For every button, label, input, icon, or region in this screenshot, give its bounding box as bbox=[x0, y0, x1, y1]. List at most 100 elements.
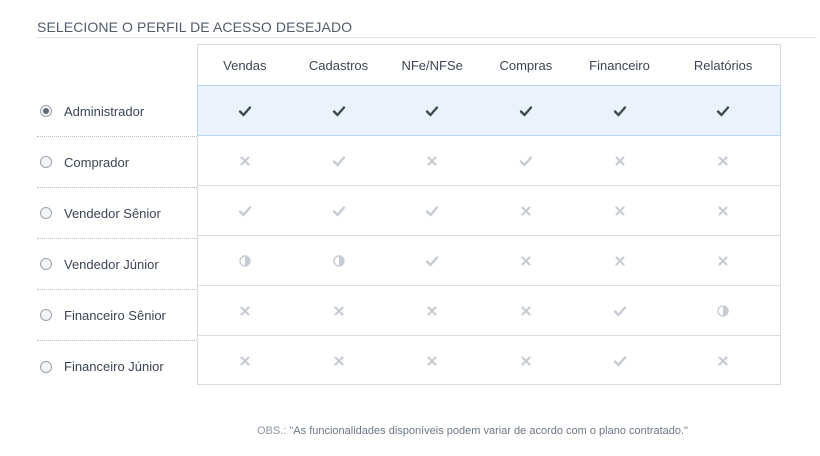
access-cell bbox=[385, 136, 479, 185]
access-cell bbox=[198, 336, 292, 386]
cross-icon bbox=[333, 305, 344, 316]
cross-icon bbox=[333, 356, 344, 366]
profile-label: Administrador bbox=[64, 103, 145, 119]
cross-icon bbox=[521, 255, 531, 266]
access-cell bbox=[666, 286, 780, 335]
profile-label: Vendedor Sênior bbox=[64, 205, 161, 221]
access-cell bbox=[292, 336, 386, 386]
access-cell bbox=[292, 286, 386, 335]
cross-icon bbox=[718, 356, 728, 366]
access-cell bbox=[573, 336, 667, 386]
cross-icon bbox=[614, 155, 625, 166]
check-icon bbox=[332, 205, 345, 216]
access-cell bbox=[479, 186, 573, 235]
radio-button[interactable] bbox=[40, 207, 52, 219]
check-icon bbox=[613, 105, 626, 116]
matrix-row bbox=[197, 85, 781, 136]
radio-button[interactable] bbox=[40, 309, 52, 321]
profile-option[interactable]: Comprador bbox=[37, 137, 197, 188]
access-cell bbox=[479, 336, 573, 386]
access-cell bbox=[479, 236, 573, 285]
access-cell bbox=[479, 86, 573, 135]
radio-button[interactable] bbox=[40, 258, 52, 270]
access-cell bbox=[292, 186, 386, 235]
profile-option[interactable]: Vendedor Sênior bbox=[37, 188, 197, 239]
cross-icon bbox=[521, 356, 531, 366]
footnote-prefix: OBS.: bbox=[257, 425, 287, 437]
access-cell bbox=[573, 186, 667, 235]
cross-icon bbox=[521, 205, 531, 216]
check-icon bbox=[238, 205, 252, 216]
matrix-row bbox=[198, 236, 780, 286]
matrix-row bbox=[198, 336, 780, 386]
footnote: OBS.: "As funcionalidades disponíveis po… bbox=[257, 425, 688, 437]
access-cell bbox=[479, 136, 573, 185]
matrix-row bbox=[198, 136, 780, 186]
column-header: Compras bbox=[499, 57, 553, 73]
check-icon bbox=[238, 105, 252, 116]
half-circle-icon bbox=[239, 254, 251, 267]
cross-icon bbox=[718, 205, 728, 216]
access-cell bbox=[666, 336, 780, 386]
access-cell bbox=[385, 186, 479, 235]
cross-icon bbox=[427, 155, 437, 166]
access-cell bbox=[573, 86, 667, 135]
check-icon bbox=[332, 105, 345, 116]
cross-icon bbox=[614, 205, 625, 216]
check-icon bbox=[332, 155, 345, 166]
check-icon bbox=[613, 356, 626, 367]
half-circle-icon bbox=[332, 254, 345, 267]
matrix-body bbox=[197, 85, 781, 386]
profile-list: Administrador Comprador Vendedor Sênior Ven… bbox=[37, 86, 197, 392]
matrix-row bbox=[198, 286, 780, 336]
access-cell bbox=[385, 286, 479, 335]
radio-button[interactable] bbox=[40, 360, 52, 373]
access-cell bbox=[385, 336, 479, 386]
access-cell bbox=[385, 86, 479, 135]
profile-option[interactable]: Vendedor Júnior bbox=[37, 239, 197, 290]
profile-label: Financeiro Sênior bbox=[64, 307, 166, 323]
section-title: SELECIONE O PERFIL DE ACESSO DESEJADO bbox=[37, 18, 817, 38]
column-header: Relatórios bbox=[693, 57, 753, 73]
access-cell bbox=[666, 186, 780, 235]
check-icon bbox=[425, 255, 439, 266]
cross-icon bbox=[718, 155, 728, 166]
cross-icon bbox=[427, 305, 437, 316]
access-cell bbox=[385, 236, 479, 285]
access-cell bbox=[292, 136, 386, 185]
access-cell bbox=[198, 186, 292, 235]
check-icon bbox=[519, 155, 533, 166]
radio-button[interactable] bbox=[40, 105, 52, 117]
cross-icon bbox=[521, 305, 531, 316]
access-cell bbox=[198, 136, 292, 185]
cross-icon bbox=[240, 155, 250, 166]
profile-option[interactable]: Financeiro Júnior bbox=[37, 341, 197, 392]
access-cell bbox=[292, 236, 386, 285]
access-cell bbox=[666, 236, 780, 285]
permissions-matrix: Vendas Cadastros NFe/NFSe Compras Financeiro… bbox=[197, 44, 781, 385]
profile-option[interactable]: Administrador bbox=[37, 86, 197, 137]
profile-label: Financeiro Júnior bbox=[64, 359, 164, 374]
check-icon bbox=[425, 205, 439, 216]
cross-icon bbox=[718, 255, 728, 266]
access-cell bbox=[479, 286, 573, 335]
access-cell bbox=[666, 136, 780, 185]
profile-label: Vendedor Júnior bbox=[64, 256, 159, 272]
check-icon bbox=[613, 305, 626, 316]
radio-button[interactable] bbox=[40, 156, 52, 168]
access-cell bbox=[198, 236, 292, 285]
matrix-header: Vendas Cadastros NFe/NFSe Compras Financeiro… bbox=[198, 45, 780, 86]
cross-icon bbox=[614, 255, 625, 266]
cross-icon bbox=[240, 356, 250, 366]
check-icon bbox=[519, 105, 533, 116]
access-cell bbox=[198, 86, 292, 135]
profile-label: Comprador bbox=[64, 154, 130, 170]
check-icon bbox=[425, 105, 439, 116]
profile-option[interactable]: Financeiro Sênior bbox=[37, 290, 197, 341]
cross-icon bbox=[427, 356, 437, 366]
column-header: Vendas bbox=[223, 57, 267, 73]
access-cell bbox=[198, 286, 292, 335]
column-header: Cadastros bbox=[308, 57, 369, 73]
column-header: NFe/NFSe bbox=[401, 57, 463, 73]
cross-icon bbox=[240, 305, 250, 316]
